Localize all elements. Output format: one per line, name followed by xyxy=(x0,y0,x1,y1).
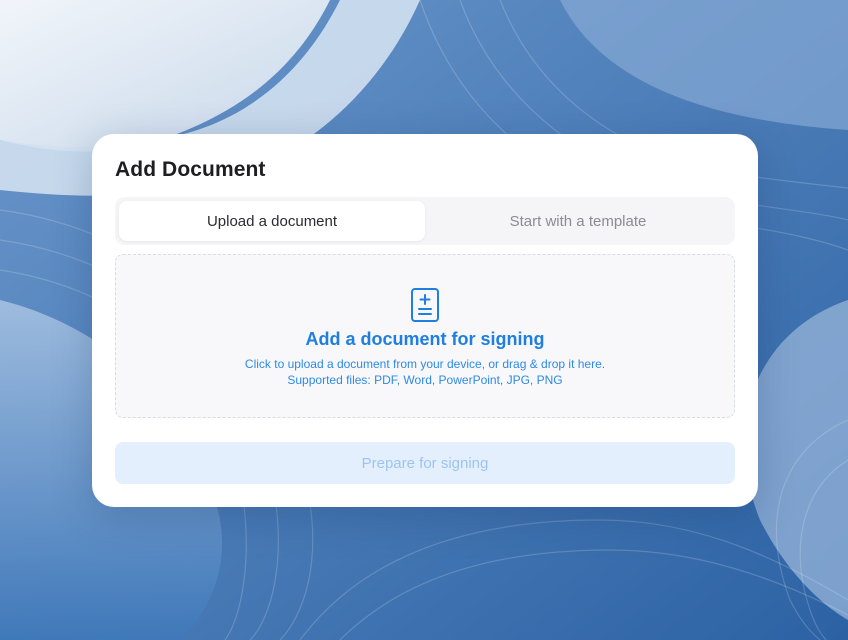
tab-upload-document[interactable]: Upload a document xyxy=(119,201,425,241)
dropzone-supported-files: Supported files: PDF, Word, PowerPoint, … xyxy=(287,373,563,387)
dropzone-description: Click to upload a document from your dev… xyxy=(244,357,606,371)
tab-start-with-template[interactable]: Start with a template xyxy=(425,201,731,241)
dropzone-title: Add a document for signing xyxy=(305,329,545,349)
add-document-dialog: Add Document Upload a document Start wit… xyxy=(92,134,758,507)
upload-dropzone[interactable]: Add a document for signing Click to uplo… xyxy=(115,254,735,418)
prepare-for-signing-button[interactable]: Prepare for signing xyxy=(115,442,735,484)
dialog-title: Add Document xyxy=(115,158,266,181)
document-add-icon xyxy=(411,288,439,322)
source-tabs: Upload a document Start with a template xyxy=(115,197,735,245)
